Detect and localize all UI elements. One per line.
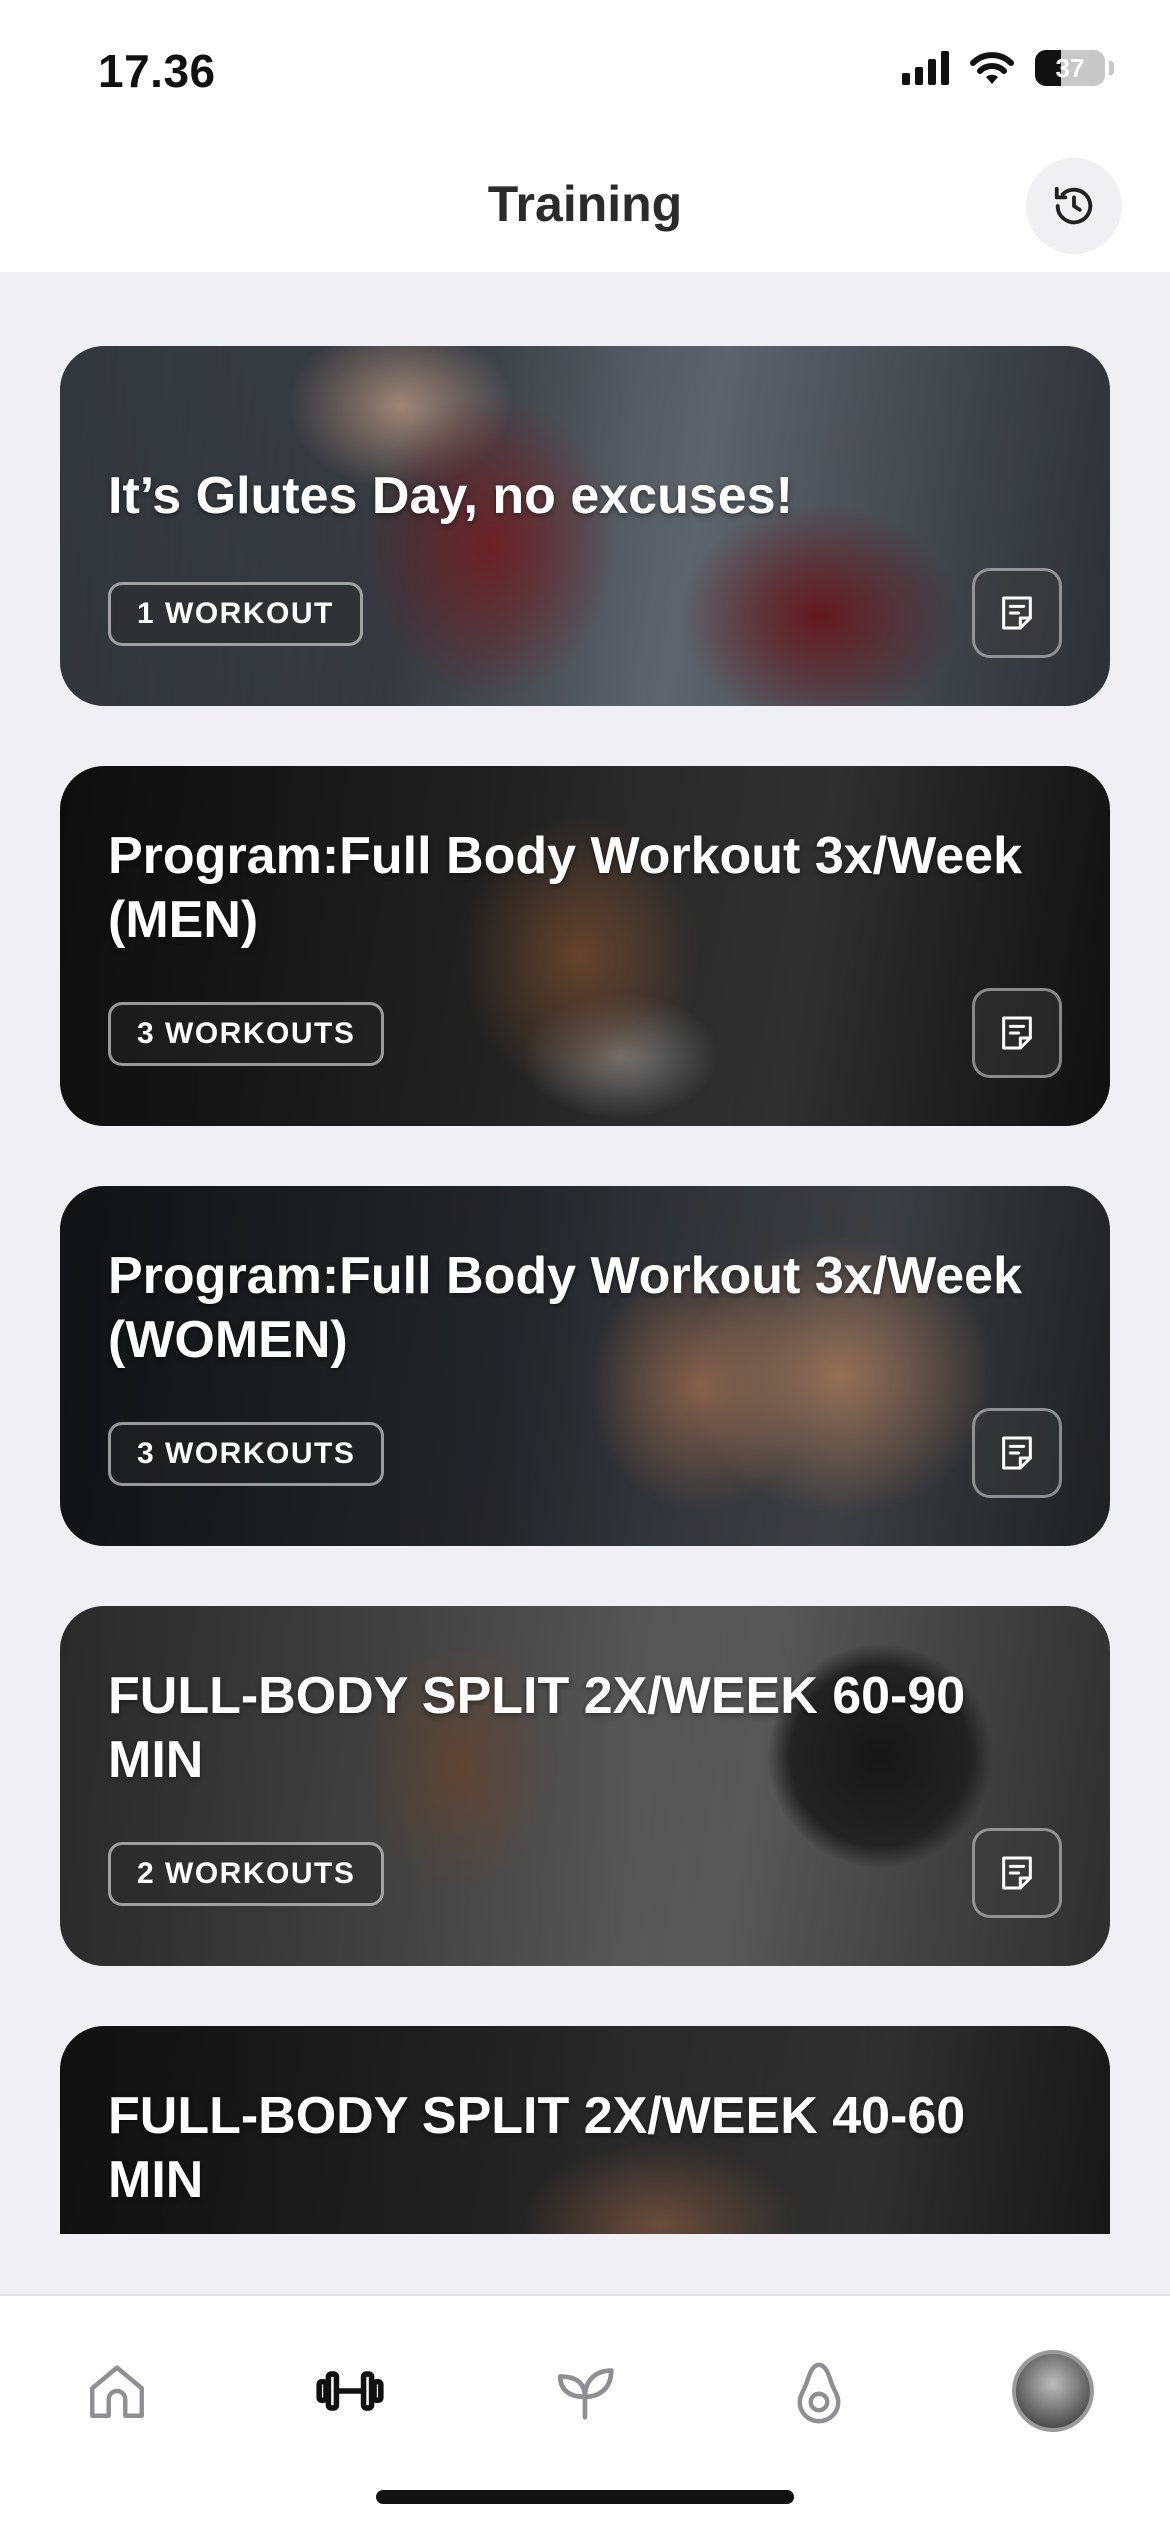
workout-card[interactable]: FULL-BODY SPLIT 2X/WEEK 60-90 MIN 2 WORK…	[60, 1606, 1110, 1966]
wifi-icon	[970, 52, 1014, 84]
workout-count-badge: 2 WORKOUTS	[108, 1842, 385, 1906]
workout-card[interactable]: Program:Full Body Workout 3x/Week (WOMEN…	[60, 1186, 1110, 1546]
history-icon	[1054, 186, 1093, 225]
training-screen: 17.36 37 Training It’s Glutes Day, no ex…	[0, 0, 1170, 2532]
page-title: Training	[487, 176, 683, 232]
workout-card[interactable]: It’s Glutes Day, no excuses! 1 WORKOUT	[60, 346, 1110, 706]
notes-icon	[1002, 1436, 1032, 1470]
tab-home[interactable]	[62, 2336, 172, 2446]
notes-button[interactable]	[972, 988, 1062, 1078]
profile-avatar	[1012, 2350, 1094, 2432]
workout-count-badge: 1 WORKOUT	[108, 582, 363, 646]
tab-nutrition[interactable]	[530, 2336, 640, 2446]
notes-icon	[1002, 1016, 1032, 1050]
status-icons: 37	[902, 50, 1114, 86]
workout-list: It’s Glutes Day, no excuses! 1 WORKOUT P…	[60, 346, 1110, 2234]
battery-icon: 37	[1035, 50, 1105, 86]
leaf-icon	[557, 2368, 614, 2420]
workout-count-badge: 3 WORKOUTS	[108, 1002, 385, 1066]
notes-icon	[1002, 1856, 1032, 1890]
card-title: Program:Full Body Workout 3x/Week (WOMEN…	[108, 1247, 1023, 1369]
card-title: FULL-BODY SPLIT 2X/WEEK 40-60 MIN	[108, 2087, 966, 2209]
workout-card[interactable]: Program:Full Body Workout 3x/Week (MEN) …	[60, 766, 1110, 1126]
notes-icon	[1002, 596, 1032, 630]
battery-cap	[1109, 61, 1114, 75]
history-button[interactable]	[1026, 158, 1122, 254]
dumbbell-icon	[316, 2371, 384, 2411]
workout-card[interactable]: FULL-BODY SPLIT 2X/WEEK 40-60 MIN	[60, 2026, 1110, 2234]
notes-button[interactable]	[972, 1828, 1062, 1918]
notes-button[interactable]	[972, 568, 1062, 658]
battery-level: 37	[1055, 53, 1085, 83]
workout-count-badge: 3 WORKOUTS	[108, 1422, 385, 1486]
tab-diet[interactable]	[764, 2336, 874, 2446]
card-title: FULL-BODY SPLIT 2X/WEEK 60-90 MIN	[108, 1667, 966, 1789]
card-title: It’s Glutes Day, no excuses!	[108, 467, 793, 525]
top-bar: 17.36 37 Training	[0, 0, 1170, 272]
avocado-icon	[797, 2362, 841, 2424]
tab-training[interactable]	[295, 2336, 405, 2446]
cellular-signal-icon	[902, 51, 949, 85]
home-icon	[90, 2365, 144, 2418]
tab-profile[interactable]	[998, 2336, 1108, 2446]
notes-button[interactable]	[972, 1408, 1062, 1498]
home-indicator	[376, 2490, 794, 2504]
status-time: 17.36	[98, 45, 216, 97]
card-title: Program:Full Body Workout 3x/Week (MEN)	[108, 827, 1023, 949]
